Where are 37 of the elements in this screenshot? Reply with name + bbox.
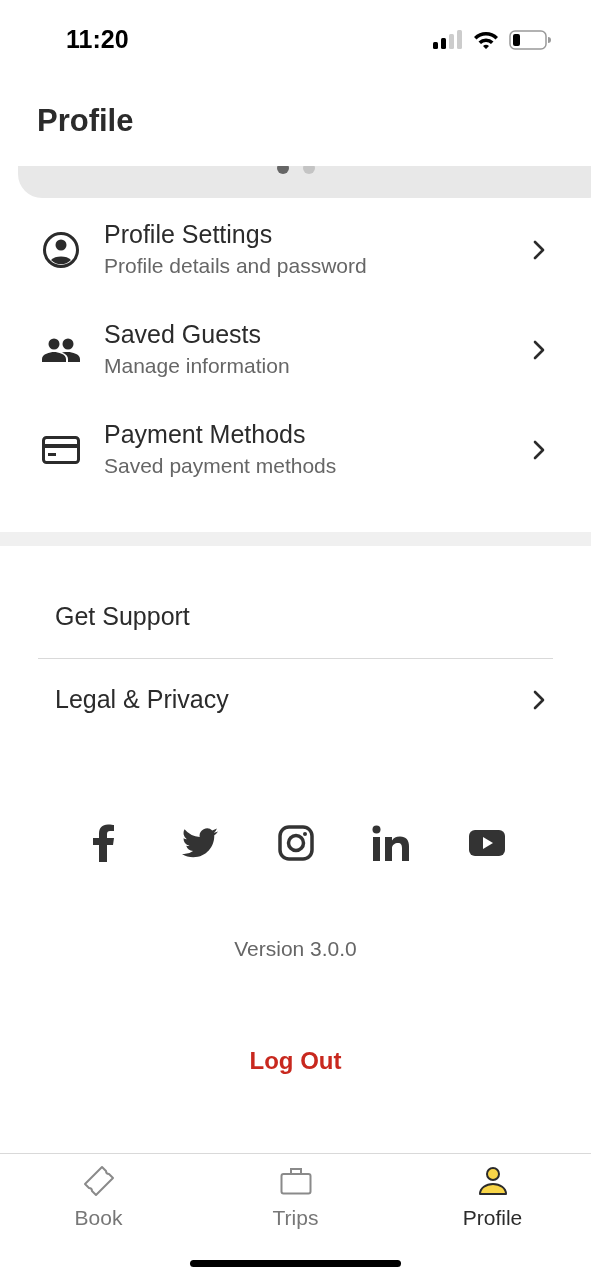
camera-icon[interactable] bbox=[277, 825, 314, 861]
menu-item-label: Legal & Privacy bbox=[55, 684, 229, 716]
menu-item[interactable]: Get Support bbox=[38, 576, 553, 658]
menu-item[interactable]: Legal & Privacy bbox=[38, 659, 553, 741]
menu-item-title: Profile Settings bbox=[104, 219, 274, 250]
menu-item-subtitle: Manage information bbox=[104, 353, 291, 379]
credit-card-icon bbox=[42, 436, 80, 464]
menu-item[interactable]: Payment Methods Saved payment methods bbox=[0, 400, 591, 500]
version-text: Version 3.0.0 bbox=[233, 936, 358, 962]
menu-item-subtitle: Profile details and password bbox=[104, 253, 368, 279]
play-icon[interactable] bbox=[469, 830, 505, 856]
linkedin-icon[interactable] bbox=[372, 825, 411, 861]
battery-icon bbox=[509, 29, 551, 51]
briefcase-icon bbox=[279, 1167, 312, 1195]
bird-icon[interactable] bbox=[181, 828, 218, 858]
ticket-icon bbox=[82, 1165, 115, 1197]
menu-item[interactable]: Saved Guests Manage information bbox=[0, 300, 591, 400]
person-icon bbox=[477, 1166, 508, 1196]
chevron-icon bbox=[533, 440, 545, 460]
menu-item-label: Get Support bbox=[55, 601, 190, 633]
page-title: Profile bbox=[37, 101, 134, 140]
menu-item-subtitle: Saved payment methods bbox=[104, 453, 338, 479]
wifi-icon bbox=[473, 30, 499, 50]
people-icon bbox=[42, 337, 80, 363]
menu-item[interactable]: Profile Settings Profile details and password bbox=[0, 200, 591, 300]
chevron-icon bbox=[533, 240, 545, 260]
log-out-button[interactable]: Log Out bbox=[249, 1042, 342, 1079]
signal-icon bbox=[433, 30, 463, 50]
tab[interactable]: Book bbox=[0, 1154, 197, 1243]
chevron-icon bbox=[533, 340, 545, 360]
facebook-icon[interactable] bbox=[93, 824, 115, 862]
status-time: 11:20 bbox=[66, 24, 129, 56]
tab[interactable]: Profile bbox=[394, 1154, 591, 1243]
menu-item-title: Payment Methods bbox=[104, 419, 307, 450]
menu-item-title: Saved Guests bbox=[104, 319, 263, 350]
tab[interactable]: Trips bbox=[197, 1154, 394, 1243]
person-circle-icon bbox=[42, 231, 80, 269]
